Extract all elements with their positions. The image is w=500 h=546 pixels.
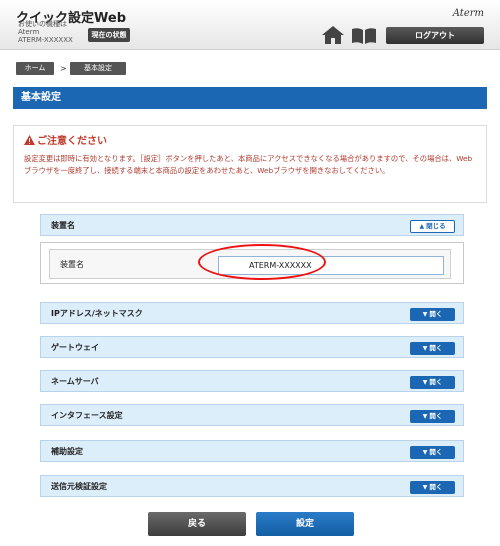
warning-icon bbox=[24, 135, 35, 145]
section-source-verify[interactable]: 送信元検証設定 ▼ 開く bbox=[40, 475, 464, 497]
chevron-down-icon: ▼ bbox=[422, 413, 428, 420]
brand-logo: Aterm bbox=[452, 8, 484, 19]
save-button[interactable]: 設定 bbox=[256, 512, 354, 536]
header: クイック設定Web お使いの機種は Aterm ATERM-XXXXXX 現在の… bbox=[0, 0, 500, 50]
section-label: IPアドレス/ネットマスク bbox=[51, 309, 143, 318]
section-device-name[interactable]: 装置名 ▲ 閉じる bbox=[40, 214, 464, 236]
device-label: お使いの機種は bbox=[18, 20, 67, 28]
close-section-button[interactable]: ▲ 閉じる bbox=[410, 220, 455, 233]
device-name-input[interactable] bbox=[218, 256, 444, 275]
section-label: 装置名 bbox=[51, 221, 75, 230]
home-icon[interactable] bbox=[322, 26, 344, 44]
chevron-down-icon: ▼ bbox=[422, 311, 428, 318]
open-section-button[interactable]: ▼ 開く bbox=[410, 410, 455, 423]
section-gateway[interactable]: ゲートウェイ ▼ 開く bbox=[40, 336, 464, 358]
section-label: インタフェース設定 bbox=[51, 411, 123, 420]
device-name-row: 装置名 bbox=[49, 244, 451, 280]
section-interface[interactable]: インタフェース設定 ▼ 開く bbox=[40, 404, 464, 426]
logout-button[interactable]: ログアウト bbox=[386, 27, 484, 44]
section-label: ゲートウェイ bbox=[51, 343, 99, 352]
section-label: 送信元検証設定 bbox=[51, 482, 107, 491]
caution-heading-text: ご注意ください bbox=[37, 136, 107, 147]
section-auxiliary[interactable]: 補助設定 ▼ 開く bbox=[40, 440, 464, 462]
section-ip-address[interactable]: IPアドレス/ネットマスク ▼ 開く bbox=[40, 302, 464, 324]
open-section-button[interactable]: ▼ 開く bbox=[410, 481, 455, 494]
open-section-button[interactable]: ▼ 開く bbox=[410, 308, 455, 321]
section-label: 補助設定 bbox=[51, 447, 83, 456]
open-section-button[interactable]: ▼ 開く bbox=[410, 376, 455, 389]
book-icon[interactable] bbox=[351, 28, 377, 44]
device-name-panel: 装置名 bbox=[40, 242, 464, 284]
breadcrumb-separator: > bbox=[60, 64, 67, 73]
device-name: Aterm bbox=[18, 28, 40, 36]
chevron-down-icon: ▼ bbox=[422, 345, 428, 352]
status-button[interactable]: 現在の状態 bbox=[88, 28, 130, 42]
page-title: 基本設定 bbox=[13, 87, 487, 109]
open-section-button[interactable]: ▼ 開く bbox=[410, 342, 455, 355]
breadcrumb-current: 基本設定 bbox=[70, 62, 126, 75]
caution-text: 設定変更は即時に有効となります。［設定］ボタンを押したあと、本商品にアクセスでき… bbox=[24, 154, 473, 175]
chevron-up-icon: ▲ bbox=[419, 223, 425, 230]
chevron-down-icon: ▼ bbox=[422, 449, 428, 456]
open-section-button[interactable]: ▼ 開く bbox=[410, 446, 455, 459]
breadcrumb-home[interactable]: ホーム bbox=[16, 62, 54, 75]
chevron-down-icon: ▼ bbox=[422, 379, 428, 386]
chevron-down-icon: ▼ bbox=[422, 484, 428, 491]
section-name-server[interactable]: ネームサーバ ▼ 開く bbox=[40, 370, 464, 392]
device-name-label: 装置名 bbox=[60, 260, 84, 269]
caution-box: ご注意ください 設定変更は即時に有効となります。［設定］ボタンを押したあと、本商… bbox=[13, 125, 487, 203]
back-button[interactable]: 戻る bbox=[148, 512, 246, 536]
section-label: ネームサーバ bbox=[51, 377, 99, 386]
device-id: ATERM-XXXXXX bbox=[18, 36, 73, 44]
caution-heading: ご注意ください bbox=[24, 132, 107, 147]
